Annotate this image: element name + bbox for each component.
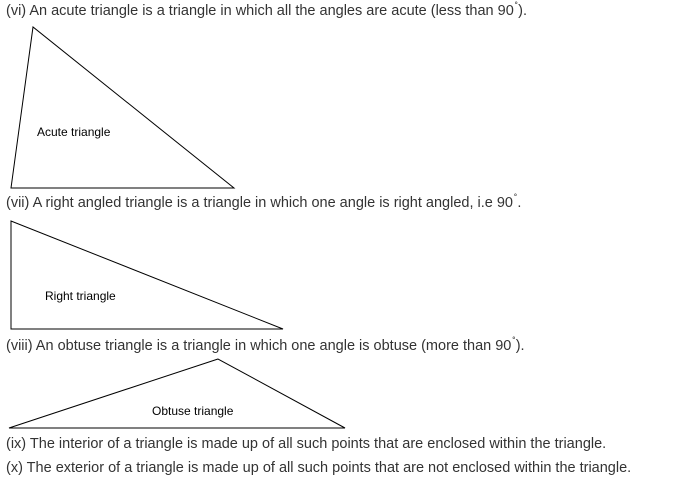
right-triangle-label: Right triangle bbox=[45, 289, 116, 303]
degree-symbol: ˚ bbox=[514, 194, 518, 205]
right-triangle-figure: Right triangle bbox=[0, 214, 300, 334]
acute-triangle-figure: Acute triangle bbox=[0, 20, 260, 192]
acute-triangle-shape bbox=[10, 26, 236, 189]
obtuse-triangle-label: Obtuse triangle bbox=[152, 404, 234, 418]
statement-viii-text: (viii) An obtuse triangle is a triangle … bbox=[6, 338, 512, 354]
obtuse-triangle-figure: Obtuse triangle bbox=[0, 354, 360, 434]
statement-x: (x) The exterior of a triangle is made u… bbox=[6, 459, 631, 477]
statement-vi-tail: ). bbox=[518, 3, 527, 19]
degree-symbol: ˚ bbox=[514, 2, 519, 13]
statement-vi: (vi) An acute triangle is a triangle in … bbox=[6, 2, 527, 22]
statement-vi-text: (vi) An acute triangle is a triangle in … bbox=[6, 3, 514, 19]
statement-viii-tail: ). bbox=[515, 338, 525, 354]
acute-triangle-label: Acute triangle bbox=[37, 125, 111, 139]
right-triangle-shape bbox=[10, 220, 284, 330]
statement-vii: (vii) A right angled triangle is a trian… bbox=[6, 194, 521, 214]
statement-vii-text: (vii) A right angled triangle is a trian… bbox=[6, 195, 513, 211]
statement-ix-text: (ix) The interior of a triangle is made … bbox=[6, 436, 607, 452]
statement-ix: (ix) The interior of a triangle is made … bbox=[6, 435, 606, 453]
statement-vii-tail: . bbox=[517, 195, 522, 211]
statement-x-text: (x) The exterior of a triangle is made u… bbox=[6, 460, 632, 476]
degree-symbol: ˚ bbox=[512, 337, 516, 348]
